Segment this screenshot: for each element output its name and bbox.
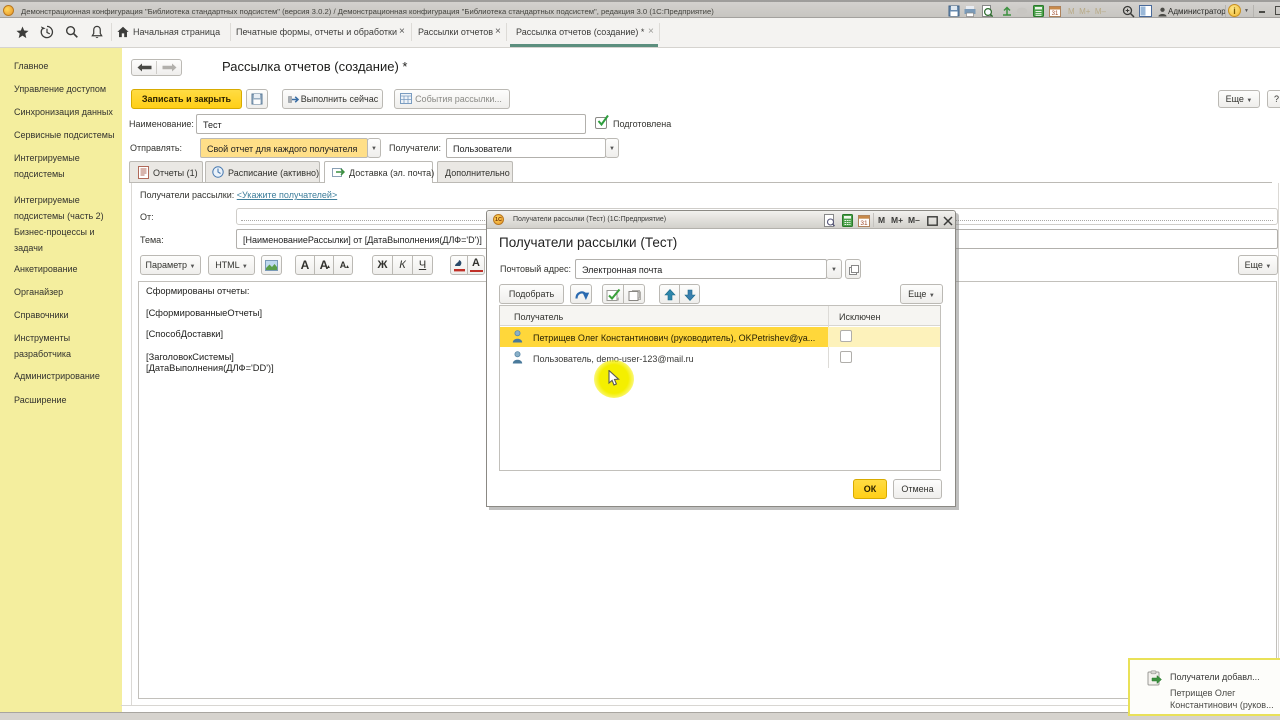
svg-text:31: 31 xyxy=(1052,11,1059,17)
svg-text:31: 31 xyxy=(860,220,868,227)
